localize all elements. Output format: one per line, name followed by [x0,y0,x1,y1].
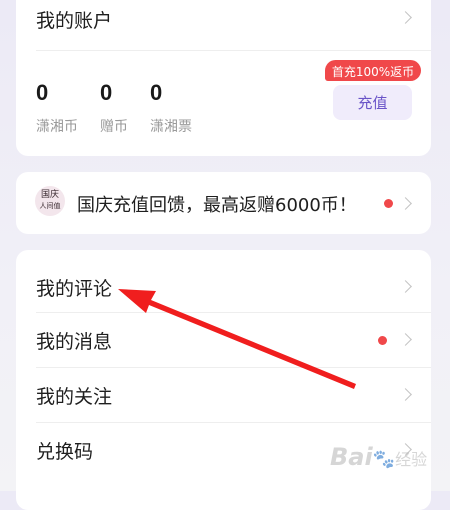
xiaoxiang-ticket-label: 潇湘票 [150,119,192,135]
menu-item-label: 我的评论 [36,278,113,300]
xiaoxiang-ticket-value: 0 [150,80,163,105]
banner-chevron-icon[interactable] [399,197,412,210]
recharge-button[interactable]: 充值 [333,85,412,120]
menu-card: 我的评论 我的消息 我的关注 兑换码 [16,250,431,510]
menu-item-my-comments[interactable]: 我的评论 [16,250,431,312]
account-title[interactable]: 我的账户 [36,6,112,33]
promo-banner[interactable]: 国庆 人间值 国庆充值回馈，最高返赠6000币！ [16,172,431,234]
xiaoxiang-coin-value: 0 [36,80,49,105]
account-card: 我的账户 0 0 0 潇湘币 赠币 潇湘票 充值 首充100%返币 [16,0,431,156]
watermark-suffix: 经验 [395,450,428,469]
unread-dot-icon [378,336,387,345]
xiaoxiang-coin-label: 潇湘币 [36,119,78,135]
account-divider [36,50,431,51]
gift-coin-value: 0 [100,80,113,105]
menu-item-my-follows[interactable]: 我的关注 [16,368,431,422]
watermark-brand: Bai [330,443,373,471]
account-chevron-icon[interactable] [399,11,412,24]
banner-text: 国庆充值回馈，最高返赠6000币！ [77,195,357,216]
chevron-right-icon [399,333,412,346]
menu-item-label: 我的消息 [36,331,113,353]
chevron-right-icon [399,280,412,293]
menu-item-label: 我的关注 [36,386,113,408]
chevron-right-icon [399,388,412,401]
paw-icon: 🐾 [372,449,396,470]
recharge-label: 充值 [357,94,388,112]
logo-text-line2: 人间值 [39,202,61,210]
baidu-watermark: Bai🐾经验 [330,443,427,471]
national-day-logo: 国庆 人间值 [35,186,65,216]
menu-item-label: 兑换码 [36,441,94,463]
menu-item-my-messages[interactable]: 我的消息 [16,313,431,367]
banner-red-dot-icon [384,199,393,208]
first-recharge-badge: 首充100%返币 [325,60,421,81]
first-recharge-badge-text: 首充100%返币 [331,65,415,79]
gift-coin-label: 赠币 [100,119,128,135]
logo-text-line1: 国庆 [40,190,59,200]
